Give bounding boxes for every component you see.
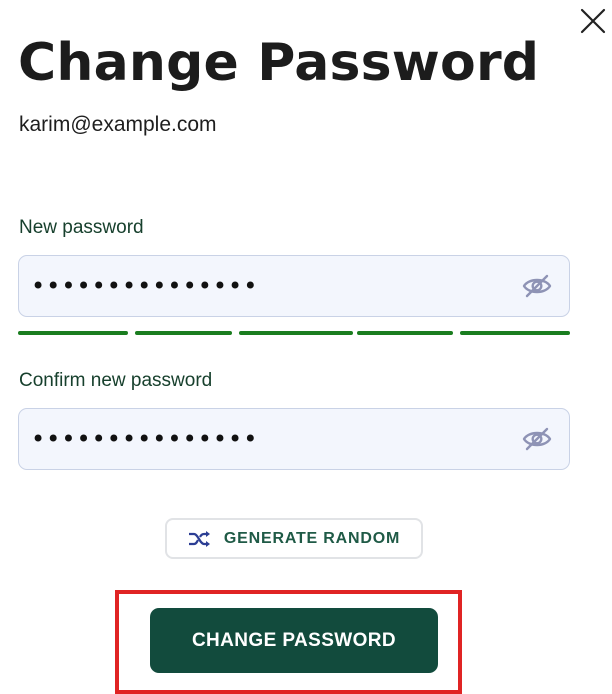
confirm-password-label: Confirm new password xyxy=(19,370,213,391)
confirm-password-visibility-toggle[interactable] xyxy=(521,425,553,453)
strength-segment xyxy=(18,331,128,335)
change-password-label: CHANGE PASSWORD xyxy=(191,629,397,651)
password-strength-meter xyxy=(18,331,570,335)
close-icon xyxy=(580,8,606,34)
generate-random-label: GENERATE RANDOM xyxy=(223,529,401,547)
generate-random-button[interactable]: GENERATE RANDOM xyxy=(165,518,423,559)
new-password-field xyxy=(18,255,570,317)
strength-segment xyxy=(460,331,570,335)
page-title: Change Password xyxy=(18,33,540,93)
new-password-visibility-toggle[interactable] xyxy=(521,272,553,300)
new-password-input[interactable] xyxy=(19,256,509,316)
new-password-label: New password xyxy=(19,217,144,238)
strength-segment xyxy=(239,331,353,335)
strength-segment xyxy=(357,331,453,335)
close-button[interactable] xyxy=(576,4,610,38)
strength-segment xyxy=(135,331,232,335)
change-password-button[interactable]: CHANGE PASSWORD xyxy=(150,608,438,673)
change-password-dialog: Change Password karim@example.com New pa… xyxy=(0,0,612,694)
shuffle-icon xyxy=(188,530,210,547)
confirm-password-input[interactable] xyxy=(19,409,509,469)
account-email: karim@example.com xyxy=(19,113,217,136)
confirm-password-field xyxy=(18,408,570,470)
eye-slash-icon xyxy=(522,274,552,298)
eye-slash-icon xyxy=(522,427,552,451)
